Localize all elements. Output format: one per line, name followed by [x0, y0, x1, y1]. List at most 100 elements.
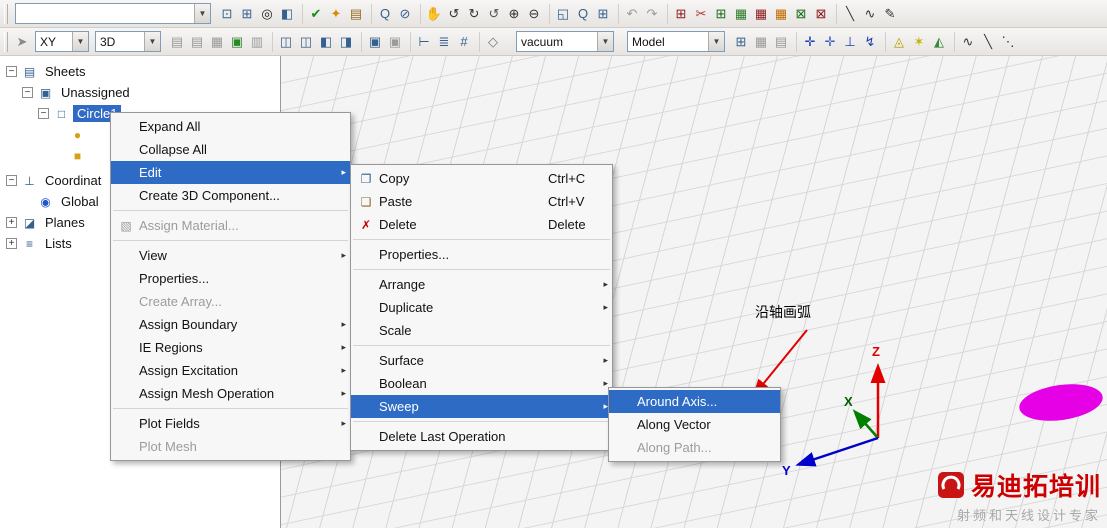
rotate-view-icon[interactable]: ↺	[444, 4, 464, 24]
zoom-in-icon[interactable]: ⊕	[504, 4, 524, 24]
measure-length-icon[interactable]: ≣	[434, 32, 454, 52]
curve-sine-icon[interactable]: ∿	[958, 32, 978, 52]
menu-item-sweep[interactable]: Sweep ▸	[351, 395, 612, 418]
menu-item-assign-boundary[interactable]: Assign Boundary ▸	[111, 313, 350, 336]
menu-item-scale[interactable]: Scale	[351, 319, 612, 342]
menu-item-delete[interactable]: ✗ Delete Delete	[351, 213, 612, 236]
excitation-display-icon[interactable]: ⊞	[711, 4, 731, 24]
measure-area-icon[interactable]: #	[454, 32, 474, 52]
chevron-down-icon[interactable]: ▼	[72, 32, 88, 51]
optimetrics-icon[interactable]: ◬	[889, 32, 909, 52]
menu-item-around-axis[interactable]: Around Axis...	[609, 390, 780, 413]
pointer-mode-icon[interactable]: ➤	[12, 32, 32, 52]
solid-box-icon[interactable]: ◇	[483, 32, 503, 52]
expand-icon[interactable]: +	[6, 217, 17, 228]
curve-line-icon[interactable]: ╲	[978, 32, 998, 52]
boolean-intersect-icon[interactable]: ▦	[207, 32, 227, 52]
parametric-icon[interactable]: ✶	[909, 32, 929, 52]
zoom-doc-icon[interactable]: Q	[375, 4, 395, 24]
curve-dots-icon[interactable]: ⋱	[998, 32, 1018, 52]
undo-icon[interactable]: ↶	[622, 4, 642, 24]
grid-settings-icon[interactable]: ⊞	[731, 32, 751, 52]
menu-item-duplicate[interactable]: Duplicate ▸	[351, 296, 612, 319]
chevron-down-icon[interactable]: ▼	[144, 32, 160, 51]
rotate-axis-icon[interactable]: ↻	[464, 4, 484, 24]
menu-item-ie-regions[interactable]: IE Regions ▸	[111, 336, 350, 359]
results-icon[interactable]: ▤	[346, 4, 366, 24]
menu-item-assign-excitation[interactable]: Assign Excitation ▸	[111, 359, 350, 382]
tile-windows-icon[interactable]: ⊞	[237, 4, 257, 24]
menu-item-edit[interactable]: Edit ▸	[111, 161, 350, 184]
tuning-icon[interactable]: ◭	[929, 32, 949, 52]
tree-item-unassigned[interactable]: − ▣ Unassigned	[0, 82, 280, 103]
menu-item-copy[interactable]: ❐ Copy Ctrl+C	[351, 167, 612, 190]
collapse-icon[interactable]: −	[6, 66, 17, 77]
cs-create-icon[interactable]: ✛	[800, 32, 820, 52]
expand-icon[interactable]: +	[6, 238, 17, 249]
chevron-down-icon[interactable]: ▼	[597, 32, 613, 51]
analyze-icon[interactable]: ✦	[326, 4, 346, 24]
boolean-imprint-icon[interactable]: ▥	[247, 32, 267, 52]
drawing-plane-combo[interactable]: XY ▼	[35, 31, 89, 52]
snap-mode-icon[interactable]: ▦	[751, 32, 771, 52]
menu-item-paste[interactable]: ❏ Paste Ctrl+V	[351, 190, 612, 213]
boolean-unite-icon[interactable]: ▤	[167, 32, 187, 52]
menu-item-arrange[interactable]: Arrange ▸	[351, 273, 612, 296]
draw-arc-icon[interactable]: ∿	[860, 4, 880, 24]
menu-item-boolean[interactable]: Boolean ▸	[351, 372, 612, 395]
field-plot-icon[interactable]: ⊠	[791, 4, 811, 24]
zoom-out-icon[interactable]: ⊖	[524, 4, 544, 24]
mirror-icon[interactable]: ◧	[316, 32, 336, 52]
cs-face-icon[interactable]: ✛	[820, 32, 840, 52]
section-icon[interactable]: ▣	[365, 32, 385, 52]
record-macro-icon[interactable]: ◎	[257, 4, 277, 24]
spin-view-icon[interactable]: ↺	[484, 4, 504, 24]
connect-icon[interactable]: ▣	[385, 32, 405, 52]
offset-icon[interactable]: ◨	[336, 32, 356, 52]
boundary-display-icon[interactable]: ⊞	[671, 4, 691, 24]
menu-item-create-3d-component[interactable]: Create 3D Component...	[111, 184, 350, 207]
menu-item-surface[interactable]: Surface ▸	[351, 349, 612, 372]
snap-plane-icon[interactable]: ▤	[771, 32, 791, 52]
chevron-down-icon[interactable]: ▼	[708, 32, 724, 51]
new-window-icon[interactable]: ⊡	[217, 4, 237, 24]
tree-item-sheets[interactable]: − ▤ Sheets	[0, 61, 280, 82]
redo-icon[interactable]: ↷	[642, 4, 662, 24]
design-selector-combo[interactable]: ▼	[15, 3, 211, 24]
menu-item-assign-mesh-operation[interactable]: Assign Mesh Operation ▸	[111, 382, 350, 405]
collapse-icon[interactable]: −	[6, 175, 17, 186]
boolean-split-icon[interactable]: ▣	[227, 32, 247, 52]
draw-spline-icon[interactable]: ✎	[880, 4, 900, 24]
draw-line-icon[interactable]: ╲	[840, 4, 860, 24]
menu-item-expand-all[interactable]: Expand All	[111, 115, 350, 138]
model-combo[interactable]: Model ▼	[627, 31, 725, 52]
menu-item-properties[interactable]: Properties...	[351, 243, 612, 266]
zoom-window-icon[interactable]: ◱	[553, 4, 573, 24]
boundary-cut-icon[interactable]: ✂	[691, 4, 711, 24]
mesh-display-icon[interactable]: ▦	[731, 4, 751, 24]
menu-item-delete-last-operation[interactable]: Delete Last Operation	[351, 425, 612, 448]
zoom-selection-icon[interactable]: Q	[573, 4, 593, 24]
align-horizontal-icon[interactable]: ◫	[276, 32, 296, 52]
field-overlay-icon[interactable]: ▦	[771, 4, 791, 24]
validate-check-icon[interactable]: ✔	[306, 4, 326, 24]
toolbar-grip[interactable]	[4, 31, 8, 52]
menu-item-properties[interactable]: Properties...	[111, 267, 350, 290]
boolean-subtract-icon[interactable]: ▤	[187, 32, 207, 52]
material-combo[interactable]: vacuum ▼	[516, 31, 614, 52]
menu-item-view[interactable]: View ▸	[111, 244, 350, 267]
menu-item-plot-fields[interactable]: Plot Fields ▸	[111, 412, 350, 435]
no-symbol-icon[interactable]: ⊘	[395, 4, 415, 24]
mesh-refine-icon[interactable]: ▦	[751, 4, 771, 24]
chevron-down-icon[interactable]: ▼	[194, 4, 210, 23]
menu-item-collapse-all[interactable]: Collapse All	[111, 138, 350, 161]
collapse-icon[interactable]: −	[22, 87, 33, 98]
collapse-icon[interactable]: −	[38, 108, 49, 119]
fit-all-icon[interactable]: ⊞	[593, 4, 613, 24]
view-mode-combo[interactable]: 3D ▼	[95, 31, 161, 52]
cascade-windows-icon[interactable]: ◧	[277, 4, 297, 24]
pan-hand-icon[interactable]: ✋	[424, 4, 444, 24]
measure-position-icon[interactable]: ⊢	[414, 32, 434, 52]
cs-object-icon[interactable]: ⊥	[840, 32, 860, 52]
menu-item-along-vector[interactable]: Along Vector	[609, 413, 780, 436]
